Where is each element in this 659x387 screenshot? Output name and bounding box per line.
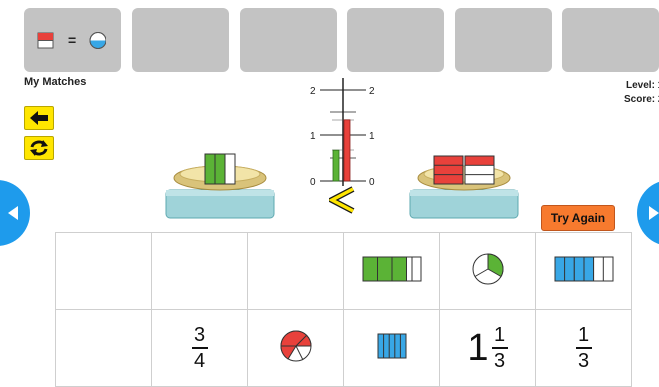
match-slot-2[interactable] — [132, 8, 229, 72]
grid-cell-empty[interactable] — [247, 232, 344, 310]
grid-cell-green-pie[interactable] — [439, 232, 536, 310]
level-indicator: Level: 1 — [626, 80, 659, 91]
blue-fraction-bar[interactable] — [554, 256, 614, 282]
red-fraction-pie[interactable] — [279, 329, 313, 363]
left-pan-fraction-bar[interactable] — [204, 153, 236, 185]
score-indicator: Score: 2 — [624, 94, 659, 105]
match-slot-4[interactable] — [347, 8, 444, 72]
right-pan-fraction-bar-third[interactable] — [464, 155, 495, 185]
grid-cell-blue-bar[interactable] — [535, 232, 632, 310]
denominator: 4 — [193, 349, 206, 372]
right-pan-fraction-bar-whole[interactable] — [433, 155, 464, 185]
grid-cell-fraction-three-quarters[interactable]: 3 4 — [151, 309, 248, 387]
grid-row-2: 3 4 1 1 3 1 3 — [55, 309, 632, 387]
denominator: 3 — [577, 349, 590, 372]
previous-button[interactable] — [0, 180, 30, 246]
numerator: 1 — [577, 324, 590, 347]
my-matches-label: My Matches — [24, 76, 87, 88]
next-button[interactable] — [637, 180, 659, 246]
right-side-bar — [343, 119, 351, 182]
green-fraction-bar[interactable] — [362, 256, 422, 282]
left-scale-pan[interactable] — [164, 150, 276, 220]
mixed-number-one-and-one-third[interactable]: 1 1 3 — [467, 324, 508, 372]
fraction-one-third[interactable]: 1 3 — [575, 324, 592, 372]
grid-cell-mixed-number[interactable]: 1 1 3 — [439, 309, 536, 387]
right-scale-pan[interactable] — [408, 150, 520, 220]
whole-part: 1 — [467, 326, 489, 369]
match-slot-3[interactable] — [240, 8, 337, 72]
left-pan-graphic — [165, 153, 275, 219]
chevron-left-icon — [8, 206, 18, 220]
grid-cell-blue-strip[interactable] — [343, 309, 440, 387]
green-fraction-pie[interactable] — [471, 252, 505, 286]
match-slot-5[interactable] — [455, 8, 552, 72]
chevron-right-icon — [649, 206, 659, 220]
grid-cell-green-bar[interactable] — [343, 232, 440, 310]
blue-fraction-strip[interactable] — [377, 333, 407, 359]
back-button[interactable] — [24, 106, 54, 130]
fraction-bar-line — [191, 347, 208, 349]
gauge-label-right-1: 1 — [369, 131, 375, 142]
try-again-button[interactable]: Try Again — [541, 205, 615, 231]
numerator: 1 — [494, 324, 506, 347]
grid-cell-red-pie[interactable] — [247, 309, 344, 387]
arrow-left-icon — [30, 111, 48, 125]
match-slot-1[interactable]: = — [24, 8, 121, 72]
gauge-label-right-2: 2 — [369, 86, 375, 97]
gauge-label-left-1: 1 — [310, 131, 316, 142]
match-slot-6[interactable] — [562, 8, 659, 72]
grid-cell-empty[interactable] — [151, 232, 248, 310]
gauge-label-left-2: 2 — [310, 86, 316, 97]
denominator: 3 — [494, 349, 506, 372]
right-pan-graphic — [409, 155, 519, 219]
fraction-three-quarters[interactable]: 3 4 — [191, 324, 208, 372]
numerator: 3 — [193, 324, 206, 347]
fraction-bar-line — [491, 347, 508, 349]
refresh-icon — [30, 140, 48, 156]
grid-cell-empty[interactable] — [55, 232, 152, 310]
gauge-label-right-0: 0 — [369, 177, 375, 188]
comparison-symbol — [329, 186, 355, 214]
grid-row-1 — [55, 232, 632, 310]
equals-sign: = — [68, 32, 77, 48]
fraction-bar-line — [575, 347, 592, 349]
gauge-label-left-0: 0 — [310, 177, 316, 188]
reset-button[interactable] — [24, 136, 54, 160]
answer-grid: 3 4 1 1 3 1 3 — [55, 232, 632, 387]
grid-cell-fraction-one-third[interactable]: 1 3 — [535, 309, 632, 387]
grid-cell-empty[interactable] — [55, 309, 152, 387]
left-side-bar — [332, 149, 340, 182]
